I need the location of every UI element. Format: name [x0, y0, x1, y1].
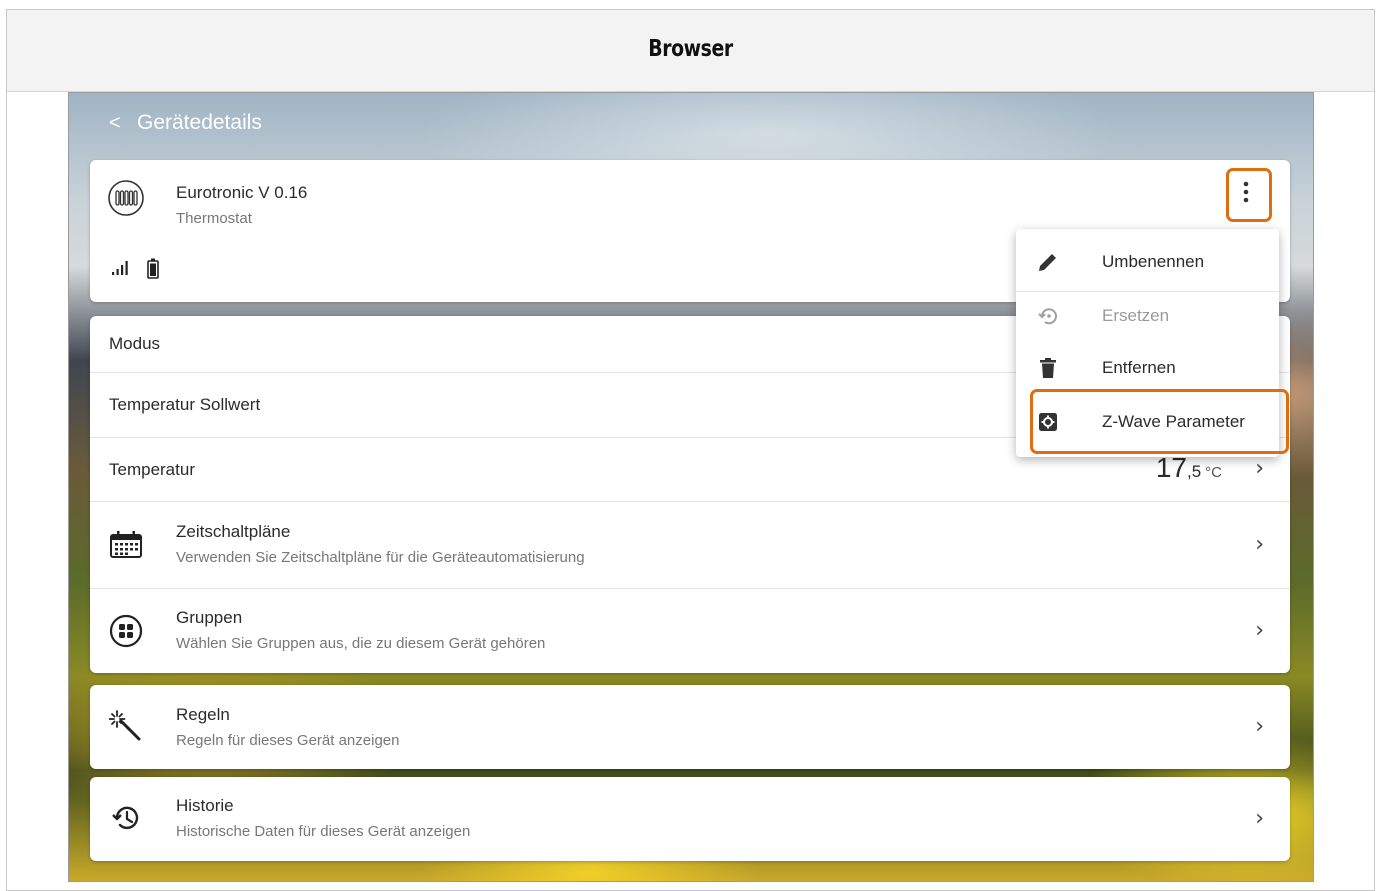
section-title: Regeln — [176, 705, 230, 724]
menu-item-entfernen[interactable]: Entfernen — [1016, 344, 1279, 392]
row-label: Temperatur — [109, 459, 195, 479]
app-viewport: < Gerätedetails Eurotronic V 0.16 Thermo… — [68, 92, 1314, 882]
signal-icon — [111, 260, 131, 281]
menu-item-ersetzen[interactable]: Ersetzen — [1016, 292, 1279, 340]
section-title: Gruppen — [176, 608, 243, 627]
replace-icon — [1036, 304, 1060, 328]
row-zeitschaltplaene[interactable]: Zeitschaltpläne Verwenden Sie Zeitschalt… — [90, 502, 1290, 588]
pencil-icon — [1036, 250, 1060, 274]
temperature-unit: °C — [1205, 464, 1222, 481]
calendar-icon — [107, 526, 145, 564]
window-title: Browser — [648, 36, 733, 62]
browser-title-bar: Browser — [7, 10, 1374, 92]
radiator-icon — [107, 179, 145, 217]
device-name: Eurotronic V 0.16 — [176, 183, 308, 202]
history-card[interactable]: Historie Historische Daten für dieses Ge… — [90, 777, 1290, 861]
row-label: Modus — [109, 334, 161, 353]
section-subtitle: Regeln für dieses Gerät anzeigen — [176, 732, 400, 749]
chevron-right-icon: › — [1255, 806, 1264, 831]
chevron-right-icon: › — [1255, 456, 1264, 481]
row-label: Temperatur Sollwert — [109, 395, 261, 414]
section-subtitle: Verwenden Sie Zeitschaltpläne für die Ge… — [176, 549, 585, 566]
chevron-right-icon: › — [1255, 618, 1264, 643]
rules-card[interactable]: Regeln Regeln für dieses Gerät anzeigen … — [90, 685, 1290, 769]
menu-item-umbenennen[interactable]: Umbenennen — [1016, 238, 1279, 286]
history-icon — [107, 799, 145, 837]
battery-icon — [147, 258, 159, 284]
section-title: Historie — [176, 796, 234, 815]
magic-wand-icon — [107, 707, 145, 745]
section-title: Zeitschaltpläne — [176, 522, 291, 541]
page-title: Gerätedetails — [137, 111, 262, 134]
menu-item-label: Entfernen — [1102, 358, 1176, 377]
highlight-more-button — [1226, 168, 1272, 222]
browser-window: Browser < Gerätedetails Eurotronic V 0.1… — [6, 9, 1375, 891]
menu-item-label: Ersetzen — [1102, 306, 1170, 325]
row-gruppen[interactable]: Gruppen Wählen Sie Gruppen aus, die zu d… — [90, 589, 1290, 673]
chevron-right-icon: › — [1255, 714, 1264, 739]
trash-icon — [1036, 356, 1060, 380]
section-subtitle: Historische Daten für dieses Gerät anzei… — [176, 823, 471, 840]
section-subtitle: Wählen Sie Gruppen aus, die zu diesem Ge… — [176, 635, 546, 652]
menu-item-label: Umbenennen — [1102, 252, 1205, 271]
temperature-decimal: ,5 — [1186, 462, 1202, 481]
device-type: Thermostat — [176, 210, 252, 227]
highlight-z-wave-parameter — [1030, 389, 1289, 454]
chevron-right-icon: › — [1255, 532, 1264, 557]
back-button[interactable]: < — [109, 112, 137, 135]
page-header: < Gerätedetails — [109, 108, 262, 138]
groups-icon — [107, 612, 145, 650]
